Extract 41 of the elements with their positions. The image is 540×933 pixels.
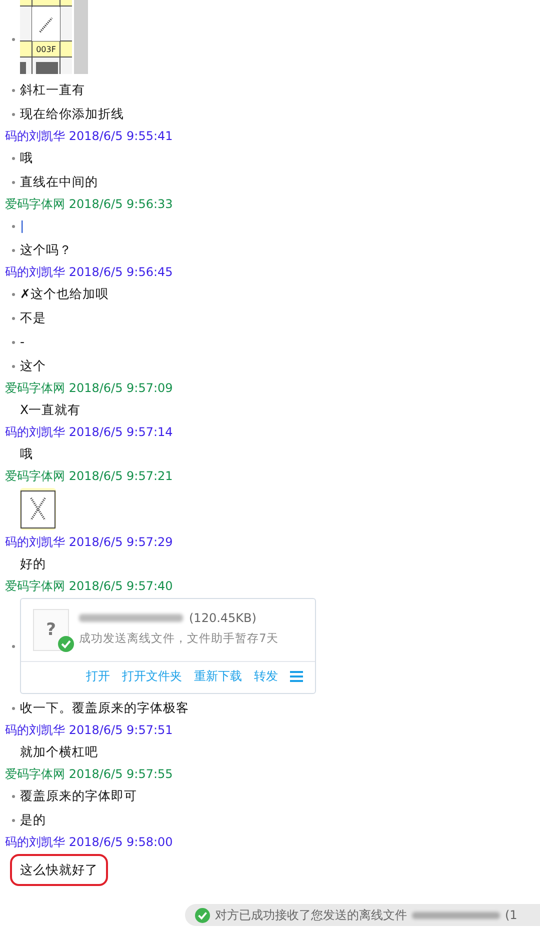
menu-icon[interactable] <box>290 671 303 682</box>
sender-line: 码的刘凯华 2018/6/5 9:57:51 <box>5 722 173 739</box>
sender-line: 码的刘凯华 2018/6/5 9:57:14 <box>5 424 173 441</box>
file-action-link[interactable]: 转发 <box>250 668 282 685</box>
sender-line: 爱码字体网 2018/6/5 9:56:33 <box>5 196 173 213</box>
message-text: 斜杠一直有 <box>20 81 85 99</box>
message-text: 收一下。覆盖原来的字体极客 <box>20 699 189 717</box>
sender-line: 码的刘凯华 2018/6/5 9:57:29 <box>5 534 173 551</box>
question-mark-icon: ? <box>46 620 56 640</box>
message-text: 覆盖原来的字体即可 <box>20 787 137 805</box>
message-text: 不是 <box>20 309 46 327</box>
glyph-image[interactable] <box>20 488 56 530</box>
message-text: 哦 <box>20 149 33 167</box>
sender-line: 码的刘凯华 2018/6/5 9:55:41 <box>5 128 173 145</box>
file-action-link[interactable]: 打开 <box>82 668 114 685</box>
message-text: 这么快就好了 <box>10 854 108 886</box>
sender-line: 码的刘凯华 2018/6/5 9:58:00 <box>5 834 173 851</box>
file-action-link[interactable]: 打开文件夹 <box>118 668 186 685</box>
message-text: 这个吗？ <box>20 241 72 259</box>
sender-line: 爱码字体网 2018/6/5 9:57:09 <box>5 380 173 397</box>
sender-line: 爱码字体网 2018/6/5 9:57:21 <box>5 468 173 485</box>
sender-line: 码的刘凯华 2018/6/5 9:56:45 <box>5 264 173 281</box>
message-text: 这个 <box>20 357 46 375</box>
message-text: X一直就有 <box>20 401 81 419</box>
message-text: 直线在中间的 <box>20 173 98 191</box>
notification-text: 对方已成功接收了您发送的离线文件 <box>215 906 407 924</box>
file-action-link[interactable]: 重新下载 <box>190 668 246 685</box>
message-text: ✗这个也给加呗 <box>20 285 108 303</box>
message-text: | <box>20 217 24 235</box>
success-icon <box>195 908 210 922</box>
message-text: 现在给你添加折线 <box>20 105 124 123</box>
sender-line: 爱码字体网 2018/6/5 9:57:40 <box>5 578 173 595</box>
message-text: - <box>20 333 25 351</box>
message-text: 哦 <box>20 445 33 463</box>
message-text: 好的 <box>20 555 46 573</box>
message-text: 是的 <box>20 811 46 829</box>
notification-text: (1 <box>505 908 518 922</box>
file-size: (120.45KB) <box>189 611 256 625</box>
message-text: 就加个横杠吧 <box>20 743 98 761</box>
sender-line: 爱码字体网 2018/6/5 9:57:55 <box>5 766 173 783</box>
status-text: 成功发送离线文件，文件助手暂存7天 <box>79 631 278 646</box>
